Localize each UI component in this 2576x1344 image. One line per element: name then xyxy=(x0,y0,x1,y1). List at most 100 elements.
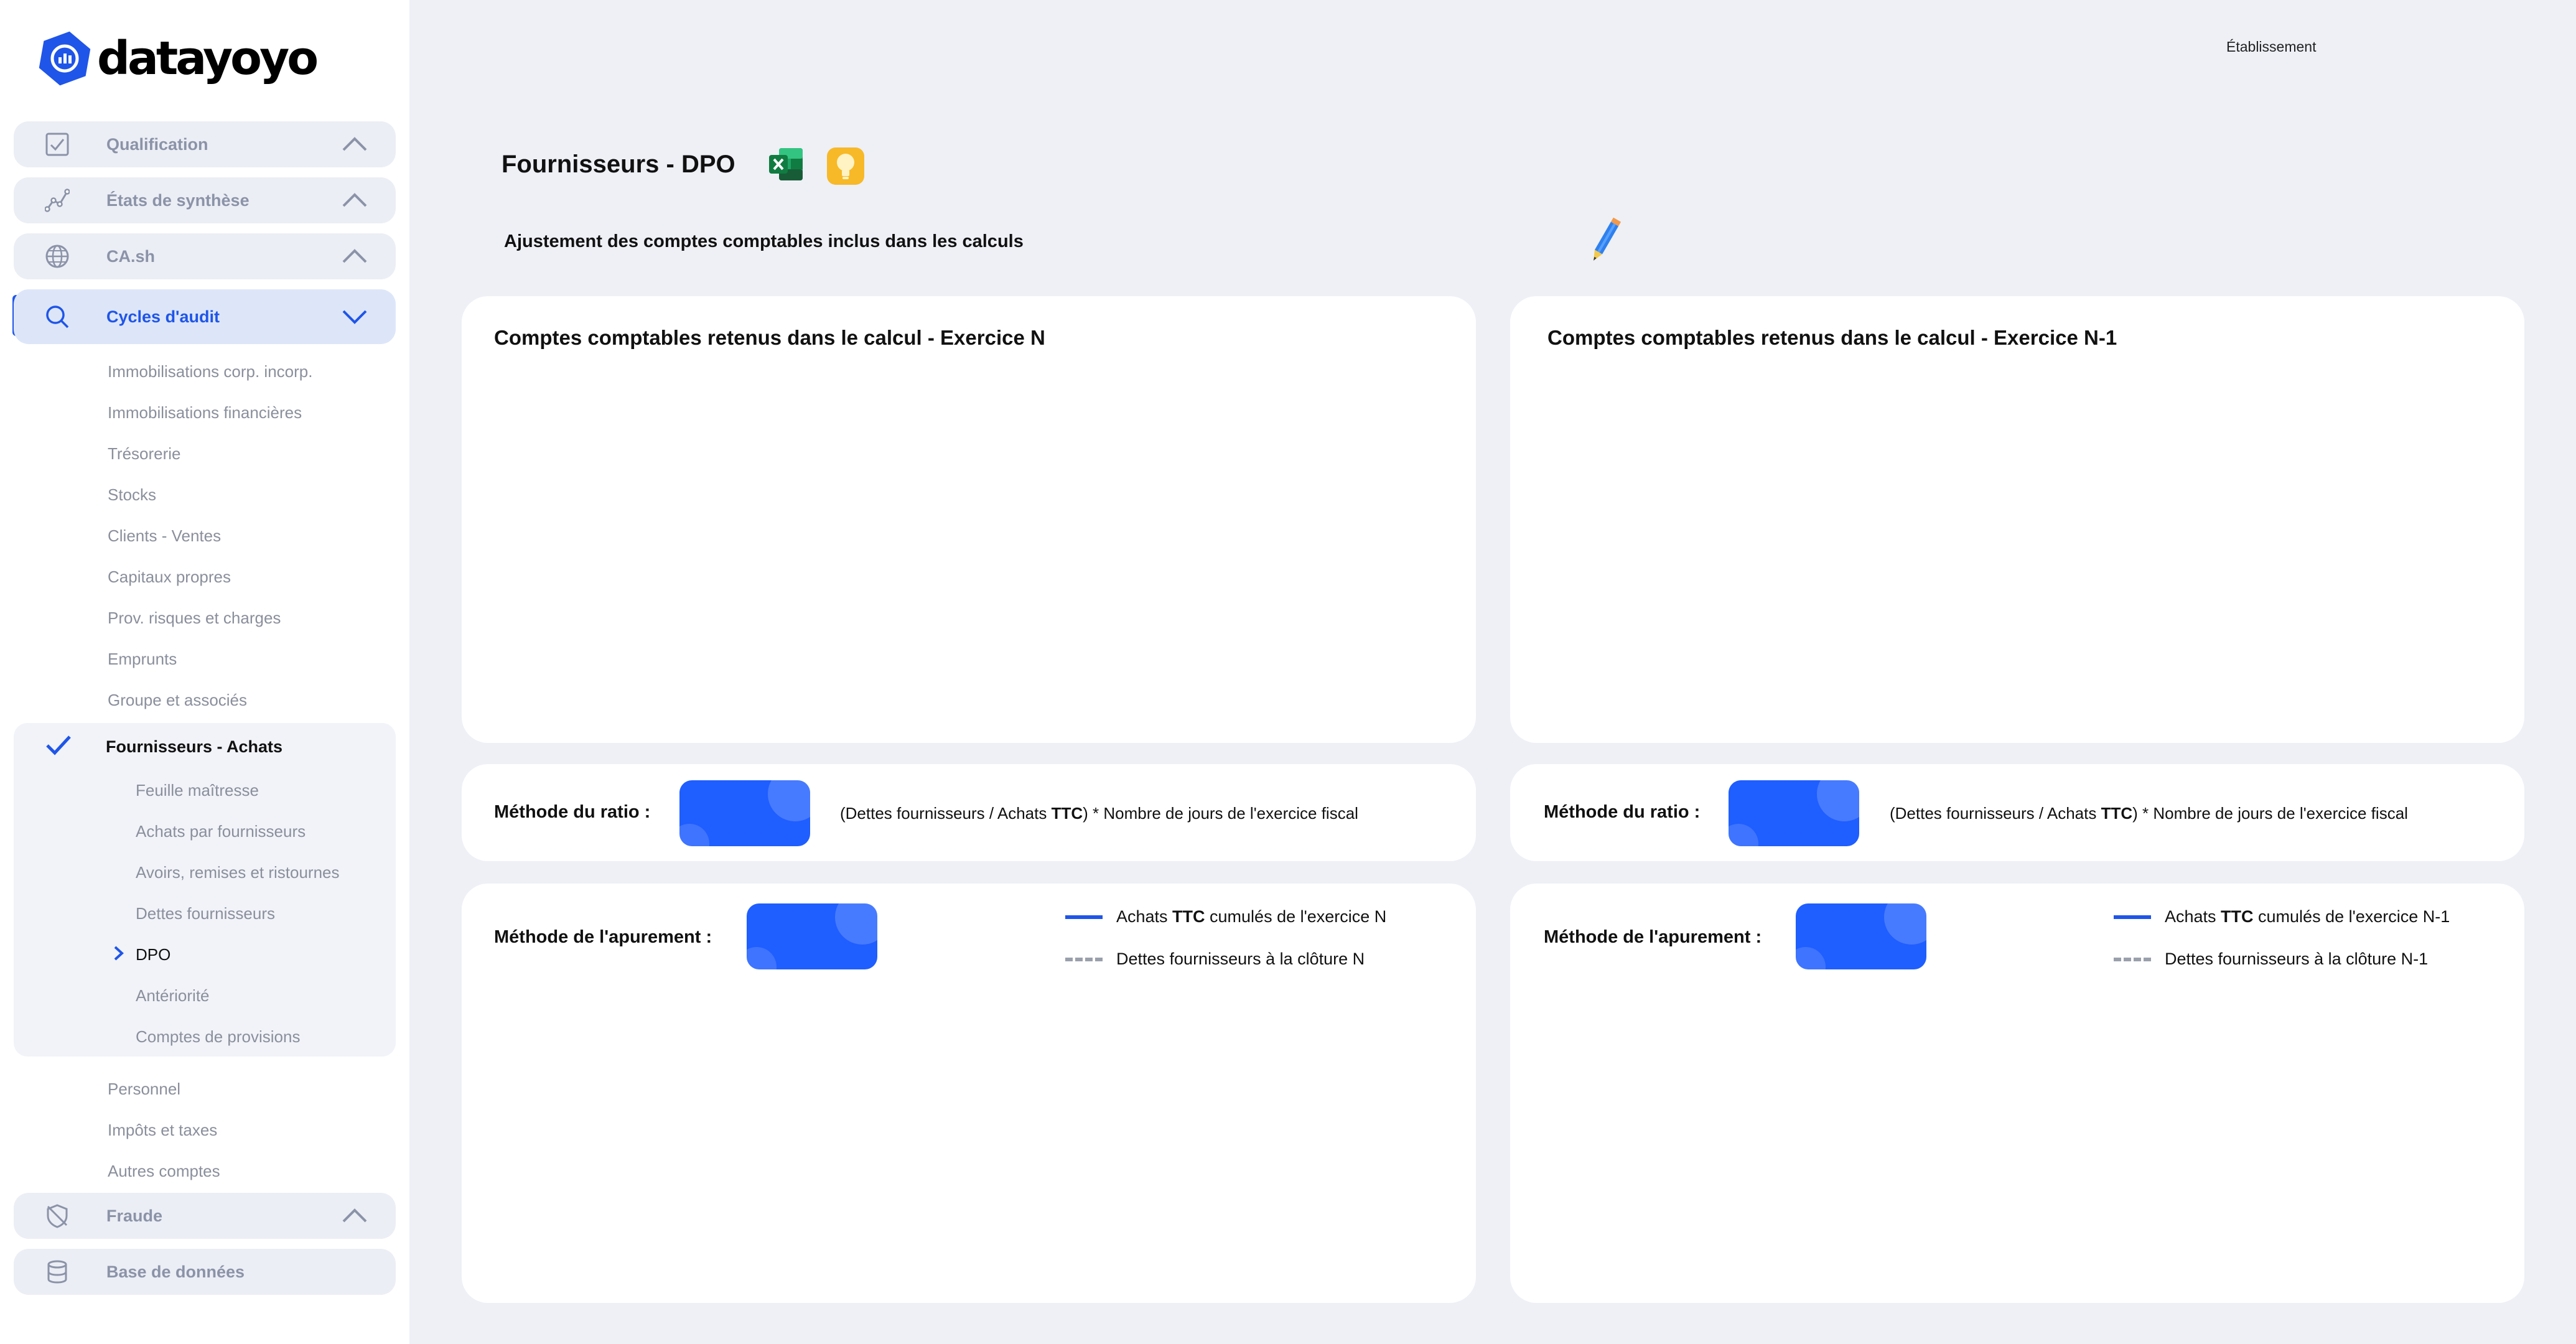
group-title[interactable]: Fournisseurs - Achats xyxy=(106,737,282,757)
decor-circle xyxy=(768,780,810,821)
ratio-formula: (Dettes fournisseurs / Achats TTC) * Nom… xyxy=(1890,804,2408,823)
group-item[interactable]: Antériorité xyxy=(136,986,210,1006)
legend-text: cumulés de l'exercice N xyxy=(1205,907,1387,926)
ratio-label: Méthode du ratio : xyxy=(1544,802,1701,822)
legend-purchases-n: Achats TTC cumulés de l'exercice N xyxy=(1065,907,1386,926)
chevron-up-icon xyxy=(342,249,367,263)
cycle-item[interactable]: Clients - Ventes xyxy=(108,526,221,546)
cycle-item[interactable]: Immobilisations corp. incorp. xyxy=(108,362,312,381)
decor-circle xyxy=(835,903,877,945)
group-item-current[interactable]: DPO xyxy=(136,945,170,964)
legend-debts-n: Dettes fournisseurs à la clôture N xyxy=(1065,950,1365,969)
legend-solid-line xyxy=(1065,915,1103,919)
legend-purchases-n-label: Achats TTC cumulés de l'exercice N xyxy=(1116,907,1386,926)
cycle-item[interactable]: Emprunts xyxy=(108,650,177,669)
lightbulb-icon[interactable] xyxy=(826,146,866,186)
ratio-formula-pre: (Dettes fournisseurs / Achats xyxy=(840,804,1052,823)
cycle-item[interactable]: Capitaux propres xyxy=(108,567,231,587)
apurement-label: Méthode de l'apurement : xyxy=(1544,927,1762,947)
ratio-card-n1: Méthode du ratio : (Dettes fournisseurs … xyxy=(1510,764,2524,861)
ratio-formula-pre: (Dettes fournisseurs / Achats xyxy=(1890,804,2101,823)
excel-export-icon[interactable] xyxy=(767,144,804,184)
cycle-item[interactable]: Autres comptes xyxy=(108,1162,220,1181)
cycle-item[interactable]: Immobilisations financières xyxy=(108,403,302,422)
cycle-item[interactable]: Personnel xyxy=(108,1080,180,1099)
ratio-formula-post: ) * Nombre de jours de l'exercice fiscal xyxy=(2132,804,2408,823)
legend-text: Achats xyxy=(1116,907,1173,926)
group-item[interactable]: Dettes fournisseurs xyxy=(136,904,275,923)
legend-solid-line xyxy=(2114,915,2151,919)
ratio-formula-bold: TTC xyxy=(1051,804,1083,823)
ratio-label: Méthode du ratio : xyxy=(494,802,651,822)
decor-circle xyxy=(1817,780,1859,821)
chevron-down-icon xyxy=(342,310,367,324)
database-icon xyxy=(47,1260,67,1284)
fournisseurs-group xyxy=(14,723,396,1057)
apurement-value-button-n1[interactable] xyxy=(1796,903,1926,969)
legend-debts-n-label: Dettes fournisseurs à la clôture N xyxy=(1116,950,1365,968)
group-item[interactable]: Comptes de provisions xyxy=(136,1027,300,1047)
brand-name: datayoyo xyxy=(97,32,319,85)
chevron-up-icon xyxy=(342,137,367,151)
nav-cycles-audit-label: Cycles d'audit xyxy=(106,307,220,326)
nav-base-donnees[interactable]: Base de données xyxy=(14,1249,396,1295)
accounts-card-n1-title: Comptes comptables retenus dans le calcu… xyxy=(1547,326,2117,349)
page-title: Fournisseurs - DPO xyxy=(502,151,735,178)
line-chart-icon xyxy=(45,189,70,212)
legend-debts-n1: Dettes fournisseurs à la clôture N-1 xyxy=(2114,950,2428,969)
decor-circle xyxy=(1729,824,1758,846)
cycle-item[interactable]: Trésorerie xyxy=(108,444,181,464)
nav-etats-synthese[interactable]: États de synthèse xyxy=(14,177,396,223)
legend-debts-n1-label: Dettes fournisseurs à la clôture N-1 xyxy=(2165,950,2429,968)
nav-qualification[interactable]: Qualification xyxy=(14,121,396,167)
accounts-card-n1: Comptes comptables retenus dans le calcu… xyxy=(1510,296,2524,743)
accounts-card-n: Comptes comptables retenus dans le calcu… xyxy=(462,296,1476,743)
group-item[interactable]: Feuille maîtresse xyxy=(136,781,259,800)
chevron-up-icon xyxy=(342,1208,367,1223)
search-icon xyxy=(46,306,69,329)
apurement-value-button-n[interactable] xyxy=(747,903,877,969)
cycle-item[interactable]: Groupe et associés xyxy=(108,691,247,710)
group-item[interactable]: Avoirs, remises et ristournes xyxy=(136,863,340,882)
decor-circle xyxy=(1796,947,1826,969)
legend-purchases-n1-label: Achats TTC cumulés de l'exercice N-1 xyxy=(2165,907,2450,926)
legend-text: Achats xyxy=(2165,907,2221,926)
shield-off-icon xyxy=(47,1204,68,1228)
globe-icon xyxy=(45,245,69,268)
decor-circle xyxy=(747,947,777,969)
pen-edit-icon[interactable] xyxy=(1588,214,1623,266)
checkbox-icon xyxy=(45,133,69,156)
ratio-formula-bold: TTC xyxy=(2101,804,2133,823)
cycle-item[interactable]: Impôts et taxes xyxy=(108,1121,217,1140)
ratio-formula-post: ) * Nombre de jours de l'exercice fiscal xyxy=(1083,804,1358,823)
ratio-value-button-n[interactable] xyxy=(679,780,810,846)
check-icon xyxy=(46,735,71,755)
nav-fraude[interactable]: Fraude xyxy=(14,1193,396,1239)
legend-purchases-n1: Achats TTC cumulés de l'exercice N-1 xyxy=(2114,907,2450,926)
apurement-card-n1: Méthode de l'apurement : Achats TTC cumu… xyxy=(1510,884,2524,1303)
chevron-right-icon xyxy=(114,946,124,961)
ratio-value-button-n1[interactable] xyxy=(1729,780,1859,846)
cycle-item[interactable]: Prov. risques et charges xyxy=(108,609,281,628)
nav-ca-sh[interactable]: CA.sh xyxy=(14,233,396,279)
legend-text: cumulés de l'exercice N-1 xyxy=(2253,907,2450,926)
cycle-item[interactable]: Stocks xyxy=(108,485,156,505)
legend-dashed-line xyxy=(1065,957,1103,961)
nav-qualification-label: Qualification xyxy=(106,134,208,154)
nav-base-donnees-label: Base de données xyxy=(106,1262,245,1281)
sidebar: datayoyo Qualification États de synthèse xyxy=(0,0,409,1344)
brand-logo[interactable]: datayoyo xyxy=(36,29,319,88)
apurement-label: Méthode de l'apurement : xyxy=(494,927,712,947)
legend-text-bold: TTC xyxy=(2221,907,2254,926)
decor-circle xyxy=(679,824,709,846)
establishment-selector[interactable]: Établissement xyxy=(2226,39,2316,55)
nav-etats-synthese-label: États de synthèse xyxy=(106,190,250,210)
ratio-formula: (Dettes fournisseurs / Achats TTC) * Nom… xyxy=(840,804,1358,823)
ratio-card-n: Méthode du ratio : (Dettes fournisseurs … xyxy=(462,764,1476,861)
nav-ca-sh-label: CA.sh xyxy=(106,246,156,266)
group-item[interactable]: Achats par fournisseurs xyxy=(136,822,306,841)
decor-circle xyxy=(1884,903,1926,945)
legend-text-bold: TTC xyxy=(1172,907,1205,926)
nav-cycles-audit[interactable]: Cycles d'audit xyxy=(14,289,396,344)
chevron-up-icon xyxy=(342,193,367,207)
